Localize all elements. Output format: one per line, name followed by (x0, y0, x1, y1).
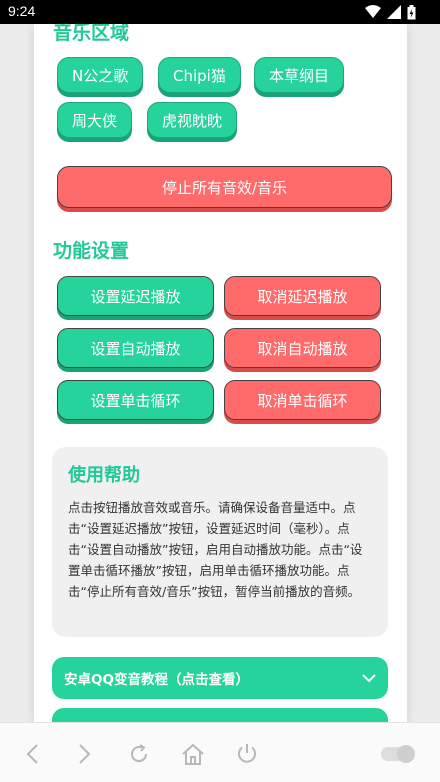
music-chip-zhou[interactable]: 周大侠 (57, 102, 133, 138)
forward-button[interactable] (70, 739, 100, 769)
cancel-loop-button[interactable]: 取消单击循环 (224, 380, 381, 420)
music-chip-n-song[interactable]: N公之歌 (57, 57, 144, 93)
cancel-delay-button[interactable]: 取消延迟播放 (224, 276, 381, 316)
home-icon (182, 743, 204, 765)
set-autoplay-button[interactable]: 设置自动播放 (57, 328, 214, 368)
help-text: 点击按钮播放音效或音乐。请确保设备音量适中。点击“设置延迟播放”按钮，设置延迟时… (68, 500, 363, 599)
music-chip-bencao[interactable]: 本草纲目 (254, 57, 345, 93)
mode-toggle[interactable] (381, 745, 415, 763)
status-bar: 9:24 (0, 0, 440, 24)
set-delay-button[interactable]: 设置延迟播放 (57, 276, 214, 316)
music-chip-hushi[interactable]: 虎视眈眈 (147, 102, 238, 138)
accordion-qq-voice-tutorial[interactable]: 安卓QQ变音教程（点击查看） (52, 657, 388, 699)
power-icon (238, 744, 256, 763)
function-section-title: 功能设置 (53, 240, 130, 262)
music-section-title: 音乐区域 (53, 24, 130, 44)
help-title: 使用帮助 (68, 465, 140, 486)
set-loop-button[interactable]: 设置单击循环 (57, 380, 214, 420)
stop-all-button[interactable]: 停止所有音效/音乐 (57, 166, 392, 208)
signal-icon (387, 5, 401, 19)
refresh-icon (131, 744, 148, 763)
music-chip-chipi-cat[interactable]: Chipi猫 (158, 57, 241, 93)
wifi-icon (365, 5, 381, 18)
status-icons (365, 4, 416, 20)
accordion-label: 安卓QQ变音教程（点击查看） (64, 672, 249, 688)
forward-icon (79, 744, 91, 764)
chevron-down-icon (362, 673, 376, 682)
browser-nav-bar (0, 722, 440, 782)
toggle-knob (397, 745, 415, 763)
home-button[interactable] (178, 739, 208, 769)
status-time: 9:24 (8, 3, 36, 19)
cancel-autoplay-button[interactable]: 取消自动播放 (224, 328, 381, 368)
refresh-button[interactable] (124, 739, 154, 769)
back-icon (26, 744, 38, 764)
help-box: 使用帮助 点击按钮播放音效或音乐。请确保设备音量适中。点击“设置延迟播放”按钮，… (52, 447, 388, 637)
main-card: 音乐区域 N公之歌 Chipi猫 本草纲目 周大侠 虎视眈眈 停止所有音效/音乐… (34, 24, 407, 724)
power-button[interactable] (232, 739, 262, 769)
battery-icon (407, 4, 416, 19)
back-button[interactable] (17, 739, 47, 769)
